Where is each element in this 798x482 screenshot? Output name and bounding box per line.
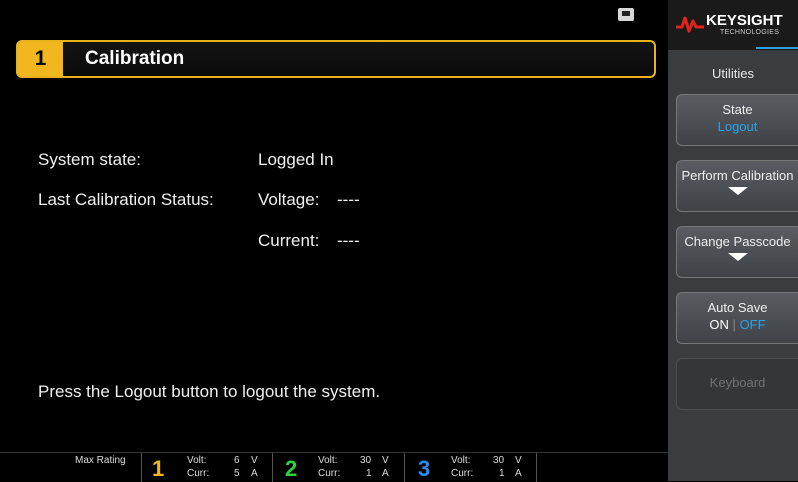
channel-2-curr-unit: A bbox=[382, 468, 389, 479]
logout-hint: Press the Logout button to logout the sy… bbox=[38, 382, 381, 401]
channel-1-curr-unit: A bbox=[251, 468, 258, 479]
status-divider bbox=[141, 453, 142, 482]
channel-1-volt-unit: V bbox=[251, 455, 258, 466]
state-softkey[interactable]: State Logout bbox=[676, 94, 798, 146]
main-display: 1 Calibration System state: Logged In La… bbox=[0, 0, 668, 482]
channel-3-volt-value: 30 bbox=[493, 455, 505, 466]
channel-number-badge: 1 bbox=[18, 42, 63, 76]
brand-header: KEYSIGHT TECHNOLOGIES bbox=[668, 0, 798, 50]
perform-calibration-softkey[interactable]: Perform Calibration bbox=[676, 160, 798, 212]
voltage-label: Voltage: bbox=[258, 190, 320, 209]
lan-icon bbox=[618, 8, 634, 21]
channel-1-volt-label: Volt: bbox=[187, 455, 207, 466]
status-divider bbox=[272, 453, 273, 482]
status-divider bbox=[536, 453, 537, 482]
channel-2-volt-label: Volt: bbox=[318, 455, 338, 466]
channel-2-volt-value: 30 bbox=[360, 455, 372, 466]
status-bar: Max Rating 1 Volt: 6 V Curr: 5 A 2 Volt:… bbox=[0, 452, 668, 482]
auto-save-softkey[interactable]: Auto Save ON | OFF bbox=[676, 292, 798, 344]
channel-1-number: 1 bbox=[152, 456, 165, 481]
channel-3-number: 3 bbox=[418, 456, 431, 481]
channel-3-volt-label: Volt: bbox=[451, 455, 471, 466]
auto-save-off: OFF bbox=[739, 317, 766, 332]
status-divider bbox=[404, 453, 405, 482]
perform-calibration-label: Perform Calibration bbox=[681, 168, 794, 183]
current-label: Current: bbox=[258, 231, 320, 250]
channel-1-volt-value: 6 bbox=[234, 455, 240, 466]
channel-3-curr-value: 1 bbox=[499, 468, 505, 479]
channel-2-volt-unit: V bbox=[382, 455, 389, 466]
channel-2-number: 2 bbox=[285, 456, 298, 481]
menu-title: Utilities bbox=[712, 66, 754, 81]
state-label: State bbox=[722, 102, 753, 117]
channel-2-curr-label: Curr: bbox=[318, 468, 341, 479]
change-passcode-label: Change Passcode bbox=[684, 234, 791, 249]
keyboard-label: Keyboard bbox=[709, 375, 766, 390]
channel-2-curr-value: 1 bbox=[366, 468, 372, 479]
keyboard-softkey: Keyboard bbox=[676, 358, 798, 410]
auto-save-separator: | bbox=[732, 317, 736, 332]
softkey-panel: KEYSIGHT TECHNOLOGIES Utilities State Lo… bbox=[668, 0, 798, 481]
channel-1-curr-label: Curr: bbox=[187, 468, 210, 479]
channel-3-volt-unit: V bbox=[515, 455, 522, 466]
current-value: ---- bbox=[337, 231, 360, 250]
channel-3-curr-unit: A bbox=[515, 468, 522, 479]
channel-1-curr-value: 5 bbox=[234, 468, 240, 479]
voltage-value: ---- bbox=[337, 190, 360, 209]
auto-save-on: ON bbox=[709, 317, 729, 332]
keysight-logo-icon bbox=[676, 14, 704, 40]
arrow-down-icon bbox=[727, 187, 748, 195]
brand-name: KEYSIGHT bbox=[706, 12, 783, 29]
page-title-bar: 1 Calibration bbox=[16, 40, 656, 78]
brand-underline bbox=[756, 47, 798, 49]
auto-save-label: Auto Save bbox=[707, 300, 768, 315]
channel-3-curr-label: Curr: bbox=[451, 468, 474, 479]
arrow-down-icon bbox=[727, 253, 748, 261]
system-state-label: System state: bbox=[38, 150, 141, 169]
last-calibration-label: Last Calibration Status: bbox=[38, 190, 214, 209]
brand-subtitle: TECHNOLOGIES bbox=[720, 29, 780, 36]
state-value: Logout bbox=[717, 119, 758, 134]
change-passcode-softkey[interactable]: Change Passcode bbox=[676, 226, 798, 278]
page-title: Calibration bbox=[85, 48, 185, 69]
max-rating-label: Max Rating bbox=[75, 455, 126, 466]
system-state-value: Logged In bbox=[258, 150, 334, 169]
